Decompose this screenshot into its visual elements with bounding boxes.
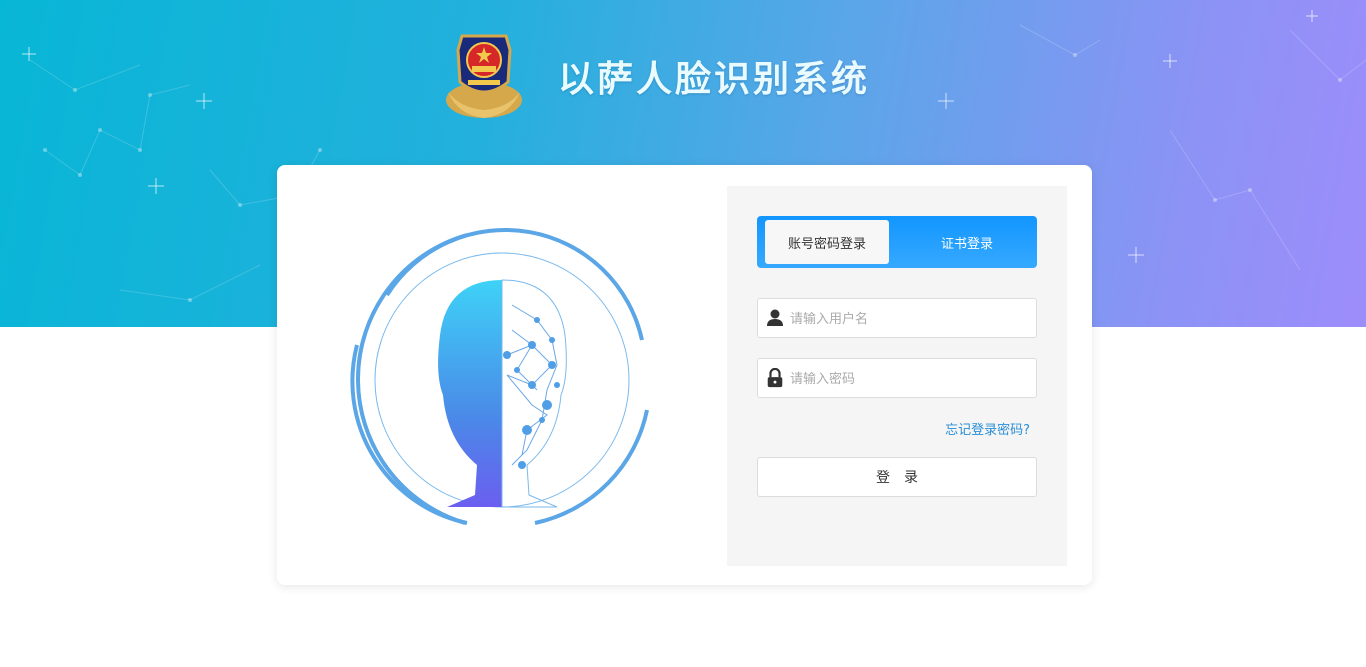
user-icon bbox=[767, 309, 783, 326]
system-title: 以萨人脸识别系统 bbox=[558, 59, 871, 100]
lock-icon bbox=[767, 368, 783, 388]
username-field bbox=[757, 298, 1037, 339]
face-recognition-illustration bbox=[347, 225, 657, 535]
username-input[interactable] bbox=[788, 299, 1032, 339]
face-recognition-icon bbox=[350, 228, 649, 525]
password-input[interactable] bbox=[788, 359, 1032, 399]
password-field bbox=[757, 358, 1037, 399]
login-card: 账号密码登录 证书登录 忘记登录密码? 登 录 bbox=[277, 165, 1092, 585]
login-tabs: 账号密码登录 证书登录 bbox=[757, 216, 1037, 268]
police-emblem-icon bbox=[446, 34, 522, 118]
forgot-password-link[interactable]: 忘记登录密码? bbox=[945, 419, 1030, 438]
tab-certificate[interactable]: 证书登录 bbox=[897, 220, 1037, 264]
login-button[interactable]: 登 录 bbox=[757, 457, 1037, 497]
login-panel: 账号密码登录 证书登录 忘记登录密码? 登 录 bbox=[727, 186, 1067, 566]
title-area: 以萨人脸识别系统 bbox=[438, 30, 870, 122]
tab-account-password[interactable]: 账号密码登录 bbox=[765, 220, 889, 264]
